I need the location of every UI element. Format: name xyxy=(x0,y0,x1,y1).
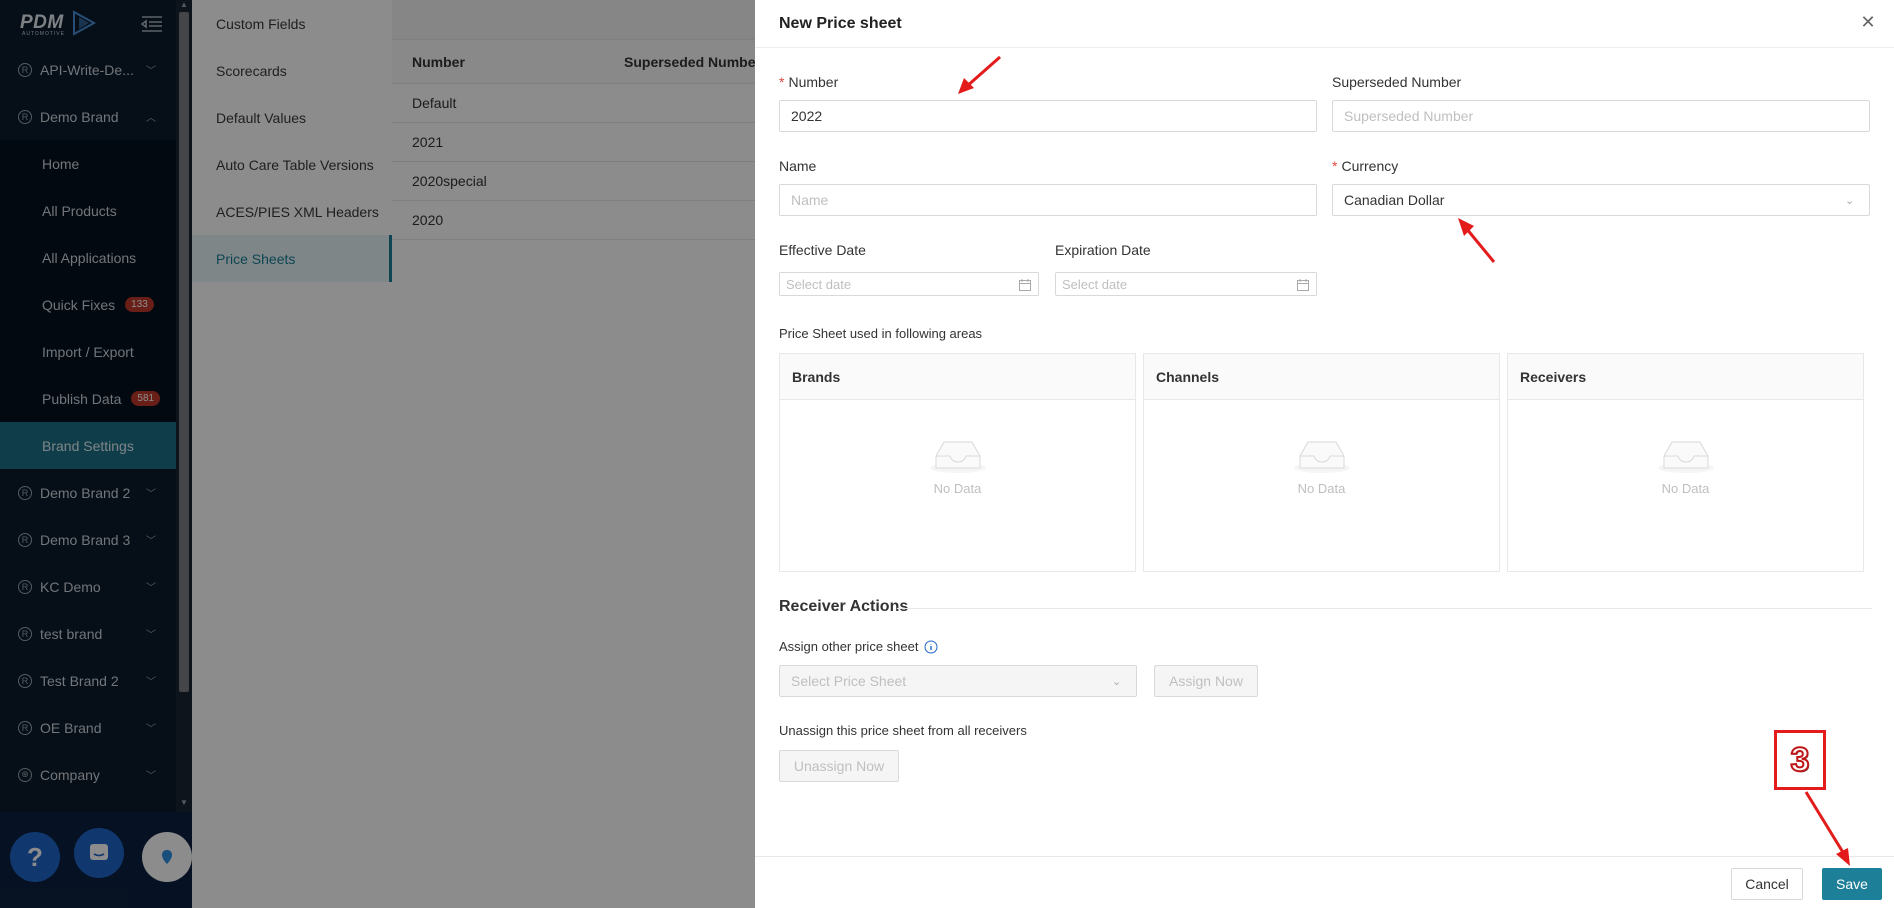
empty-state: No Data xyxy=(928,434,988,496)
receiver-actions-title: Receiver Actions xyxy=(779,598,909,615)
empty-state: No Data xyxy=(1656,434,1716,496)
new-price-sheet-drawer: New Price sheet ✕ * Number 2022 Supersede… xyxy=(755,0,1894,908)
expiration-date-placeholder: Select date xyxy=(1062,276,1128,292)
calendar-icon xyxy=(1019,279,1031,291)
areas-label: Price Sheet used in following areas xyxy=(779,326,983,341)
brands-panel: Brands No Data xyxy=(779,353,1136,572)
currency-value: Canadian Dollar xyxy=(1344,192,1445,208)
required-mark: * xyxy=(1332,158,1338,174)
superseded-number-input[interactable]: Superseded Number xyxy=(1332,100,1870,132)
channels-panel: Channels No Data xyxy=(1143,353,1500,572)
chevron-down-icon: ⌄ xyxy=(1845,195,1855,207)
channels-panel-title: Channels xyxy=(1144,354,1499,400)
section-divider xyxy=(897,608,1872,609)
receivers-panel-title: Receivers xyxy=(1508,354,1863,400)
no-data-text: No Data xyxy=(1661,481,1710,496)
unassign-now-button[interactable]: Unassign Now xyxy=(779,750,899,782)
save-button[interactable]: Save xyxy=(1822,868,1882,900)
effective-date-placeholder: Select date xyxy=(786,276,852,292)
cancel-button[interactable]: Cancel xyxy=(1731,868,1803,900)
annotation-step-box: 3 xyxy=(1774,730,1826,790)
name-label: Name xyxy=(779,158,817,174)
number-label: * Number xyxy=(779,74,838,90)
no-data-text: No Data xyxy=(933,481,982,496)
effective-date-label: Effective Date xyxy=(779,242,866,258)
annotation-arrow-save xyxy=(1804,791,1850,866)
number-input[interactable]: 2022 xyxy=(779,100,1317,132)
annotation-arrow-currency xyxy=(1458,218,1496,263)
empty-state: No Data xyxy=(1292,434,1352,496)
select-price-sheet[interactable]: Select Price Sheet ⌄ xyxy=(779,665,1137,697)
assign-label-text: Assign other price sheet xyxy=(779,639,919,654)
empty-inbox-icon xyxy=(929,441,986,473)
annotation-arrow-number xyxy=(958,55,1001,94)
name-input[interactable]: Name xyxy=(779,184,1317,216)
currency-label: * Currency xyxy=(1332,158,1398,174)
info-icon[interactable] xyxy=(924,640,938,654)
assign-label: Assign other price sheet xyxy=(779,639,938,654)
expiration-date-picker[interactable]: Select date xyxy=(1055,272,1317,296)
superseded-label: Superseded Number xyxy=(1332,74,1462,90)
brands-panel-title: Brands xyxy=(780,354,1135,400)
unassign-label: Unassign this price sheet from all recei… xyxy=(779,723,1027,738)
required-mark: * xyxy=(779,74,785,90)
no-data-text: No Data xyxy=(1297,481,1346,496)
annotation-step-number: 3 xyxy=(1790,740,1811,780)
assign-now-button[interactable]: Assign Now xyxy=(1154,665,1258,697)
calendar-icon xyxy=(1297,279,1309,291)
select-price-sheet-placeholder: Select Price Sheet xyxy=(791,673,907,689)
drawer-title: New Price sheet xyxy=(755,0,1894,48)
empty-inbox-icon xyxy=(1657,441,1714,473)
currency-select[interactable]: Canadian Dollar ⌄ xyxy=(1332,184,1870,216)
close-icon[interactable]: ✕ xyxy=(1858,12,1878,32)
receivers-panel: Receivers No Data xyxy=(1507,353,1864,572)
currency-label-text: Currency xyxy=(1341,158,1399,174)
expiration-date-label: Expiration Date xyxy=(1055,242,1151,258)
number-label-text: Number xyxy=(788,74,839,90)
chevron-down-icon: ⌄ xyxy=(1112,676,1122,688)
effective-date-picker[interactable]: Select date xyxy=(779,272,1039,296)
footer-divider xyxy=(755,856,1894,857)
empty-inbox-icon xyxy=(1293,441,1350,473)
